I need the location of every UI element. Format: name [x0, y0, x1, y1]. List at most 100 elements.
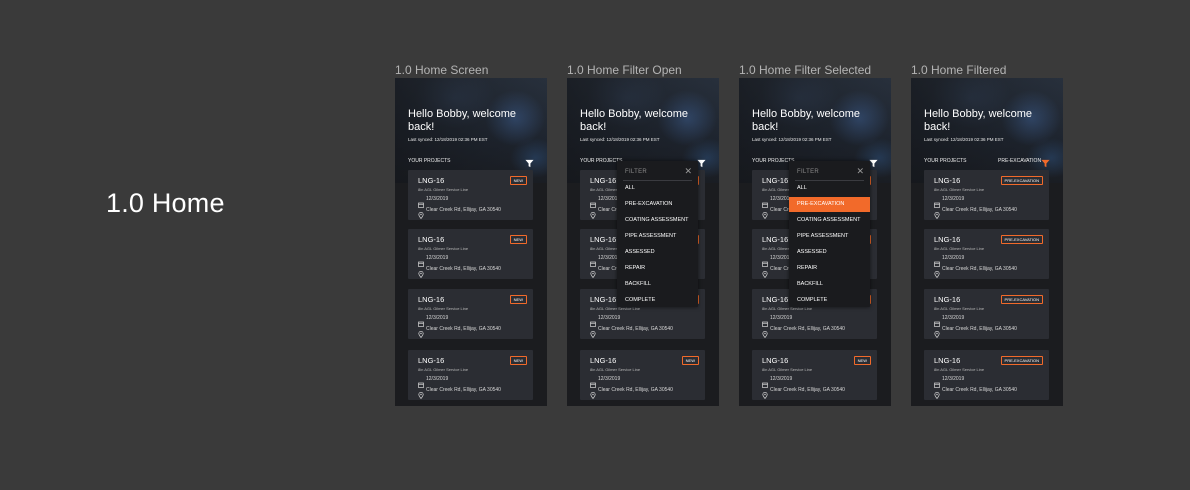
location-pin-icon [418, 206, 424, 220]
filter-dropdown: FILTER ✕ ALL PRE-EXCAVATION COATING ASSESSME… [617, 161, 698, 307]
project-address: Clear Creek Rd, Ellijay, GA 30540 [598, 387, 673, 393]
project-subtitle: 8in AGL Gilmer Service Line [418, 367, 469, 372]
project-subtitle: 8in AGL Gilmer Service Line [418, 306, 469, 311]
project-date: 12/3/2019 [942, 315, 965, 321]
project-date: 12/3/2019 [770, 315, 793, 321]
project-card[interactable]: LNG-16 8in AGL Gilmer Service Line 12/3/20… [408, 350, 533, 400]
project-date: 12/3/2019 [942, 196, 965, 202]
filter-option[interactable]: PIPE ASSESSMENT [617, 229, 698, 244]
filter-option[interactable]: BACKFILL [617, 277, 698, 292]
close-icon[interactable]: ✕ [856, 166, 864, 177]
project-title: LNG-16 [934, 356, 961, 365]
your-projects-heading: YOUR PROJECTS [924, 158, 967, 164]
project-card[interactable]: LNG-16 8in AGL Gilmer Service Line 12/3/20… [408, 229, 533, 279]
project-card[interactable]: LNG-16 8in AGL Gilmer Service Line 12/3/20… [580, 350, 705, 400]
filter-option[interactable]: REPAIR [617, 261, 698, 276]
status-badge: NEW [681, 356, 699, 365]
project-title: LNG-16 [762, 176, 789, 185]
project-address: Clear Creek Rd, Ellijay, GA 30540 [770, 387, 845, 393]
calendar-icon [590, 375, 596, 388]
filter-option[interactable]: COATING ASSESSMENT [617, 213, 698, 228]
filter-option[interactable]: COMPLETE [789, 293, 870, 308]
project-date: 12/3/2019 [598, 376, 621, 382]
calendar-icon [934, 254, 940, 267]
filter-option[interactable]: ALL [617, 181, 698, 196]
location-pin-icon [418, 265, 424, 279]
status-badge: PRE-EXCAVATION [1000, 176, 1043, 185]
project-card[interactable]: LNG-16 8in AGL Gilmer Service Line 12/3/20… [924, 229, 1049, 279]
status-badge: NEW [509, 295, 527, 304]
location-pin-icon [590, 386, 596, 400]
location-pin-icon [762, 325, 768, 339]
filter-dropdown-title: FILTER [797, 169, 820, 175]
project-subtitle: 8in AGL Gilmer Service Line [934, 187, 985, 192]
calendar-icon [762, 195, 768, 208]
project-title: LNG-16 [762, 295, 789, 304]
project-address: Clear Creek Rd, Ellijay, GA 30540 [426, 387, 501, 393]
project-address: Clear Creek Rd, Ellijay, GA 30540 [426, 326, 501, 332]
project-subtitle: 8in AGL Gilmer Service Line [418, 246, 469, 251]
phone-screen-filtered: Hello Bobby, welcome back! Last synced: 1… [911, 78, 1063, 406]
phone-screen-home: Hello Bobby, welcome back! Last synced: 1… [395, 78, 547, 406]
frame-label: 1.0 Home Screen [395, 63, 489, 77]
section-title: 1.0 Home [106, 188, 225, 218]
filter-option[interactable]: PRE-EXCAVATION [617, 197, 698, 212]
project-card[interactable]: LNG-16 8in AGL Gilmer Service Line 12/3/20… [924, 289, 1049, 339]
status-badge: PRE-EXCAVATION [1000, 235, 1043, 244]
frame-label: 1.0 Home Filtered [911, 63, 1007, 77]
last-synced-text: Last synced: 12/18/2019 02:36 PM EST [752, 137, 832, 142]
calendar-icon [590, 195, 596, 208]
filter-option[interactable]: PRE-EXCAVATION [789, 197, 870, 212]
phone-screen-filter-selected: Hello Bobby, welcome back! Last synced: 1… [739, 78, 891, 406]
calendar-icon [590, 254, 596, 267]
project-address: Clear Creek Rd, Ellijay, GA 30540 [770, 326, 845, 332]
location-pin-icon [934, 265, 940, 279]
project-card[interactable]: LNG-16 8in AGL Gilmer Service Line 12/3/20… [924, 170, 1049, 220]
location-pin-icon [762, 206, 768, 220]
filter-icon[interactable] [697, 155, 706, 168]
project-title: LNG-16 [590, 235, 617, 244]
status-badge: NEW [509, 356, 527, 365]
close-icon[interactable]: ✕ [684, 166, 692, 177]
filter-option[interactable]: COMPLETE [617, 293, 698, 308]
location-pin-icon [418, 325, 424, 339]
status-badge: NEW [509, 176, 527, 185]
status-badge: PRE-EXCAVATION [1000, 295, 1043, 304]
greeting-text: Hello Bobby, welcome back! [752, 108, 861, 133]
greeting-text: Hello Bobby, welcome back! [408, 108, 517, 133]
filter-option[interactable]: REPAIR [789, 261, 870, 276]
project-card[interactable]: LNG-16 8in AGL Gilmer Service Line 12/3/20… [408, 289, 533, 339]
filter-icon[interactable] [1041, 155, 1050, 168]
project-title: LNG-16 [762, 235, 789, 244]
filter-option[interactable]: BACKFILL [789, 277, 870, 292]
filter-option[interactable]: ASSESSED [617, 245, 698, 260]
project-address: Clear Creek Rd, Ellijay, GA 30540 [426, 266, 501, 272]
project-card[interactable]: LNG-16 8in AGL Gilmer Service Line 12/3/20… [752, 350, 877, 400]
design-canvas: 1.0 Home 1.0 Home Screen Hello Bobby, wel… [0, 0, 1190, 490]
status-badge: NEW [509, 235, 527, 244]
status-badge: NEW [853, 356, 871, 365]
greeting-text: Hello Bobby, welcome back! [580, 108, 689, 133]
filter-option[interactable]: ASSESSED [789, 245, 870, 260]
project-date: 12/3/2019 [942, 376, 965, 382]
filter-dropdown-title: FILTER [625, 169, 648, 175]
last-synced-text: Last synced: 12/18/2019 02:36 PM EST [924, 137, 1004, 142]
project-subtitle: 8in AGL Gilmer Service Line [934, 306, 985, 311]
filter-icon[interactable] [869, 155, 878, 168]
project-date: 12/3/2019 [426, 315, 449, 321]
project-card[interactable]: LNG-16 8in AGL Gilmer Service Line 12/3/20… [408, 170, 533, 220]
filter-option[interactable]: PIPE ASSESSMENT [789, 229, 870, 244]
project-subtitle: 8in AGL Gilmer Service Line [934, 246, 985, 251]
filter-option[interactable]: COATING ASSESSMENT [789, 213, 870, 228]
project-subtitle: 8in AGL Gilmer Service Line [590, 367, 641, 372]
calendar-icon [762, 254, 768, 267]
project-title: LNG-16 [418, 176, 445, 185]
project-subtitle: 8in AGL Gilmer Service Line [762, 367, 813, 372]
project-card[interactable]: LNG-16 8in AGL Gilmer Service Line 12/3/20… [924, 350, 1049, 400]
location-pin-icon [934, 386, 940, 400]
frame-label: 1.0 Home Filter Open [567, 63, 682, 77]
project-date: 12/3/2019 [426, 255, 449, 261]
filter-option[interactable]: ALL [789, 181, 870, 196]
filter-icon[interactable] [525, 155, 534, 168]
location-pin-icon [590, 325, 596, 339]
